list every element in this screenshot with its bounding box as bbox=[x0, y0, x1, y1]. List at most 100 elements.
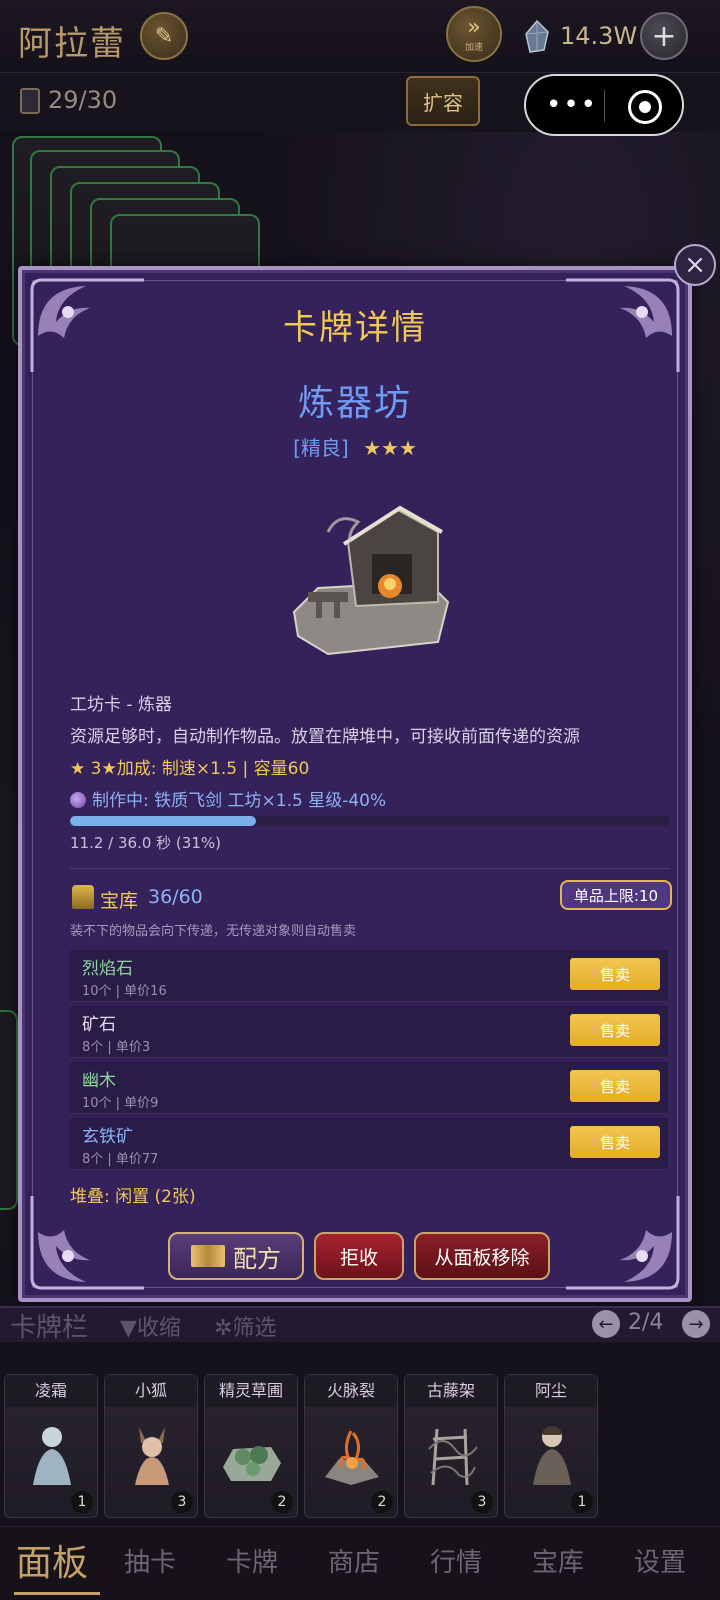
mini-program-capsule: ••• bbox=[524, 74, 684, 136]
star-bonus: ★ 3★加成: 制速×1.5 | 容量60 bbox=[70, 759, 310, 779]
vault-title: 宝库 bbox=[100, 890, 139, 912]
star-rating: ★★★ bbox=[363, 436, 417, 460]
ancient-vine-trellis-icon bbox=[428, 1428, 478, 1486]
hand-card-count: 2 bbox=[371, 1491, 393, 1513]
hand-card-count: 3 bbox=[471, 1491, 493, 1513]
quill-icon: ✎ bbox=[154, 23, 174, 49]
hand-card[interactable]: 凌霜 1 bbox=[4, 1374, 98, 1518]
item-name: 矿石 bbox=[82, 1015, 116, 1035]
page-indicator: 2/4 bbox=[628, 1310, 664, 1335]
card-name: 炼器坊 bbox=[297, 383, 412, 424]
speed-label: 加速 bbox=[464, 43, 483, 53]
sell-button[interactable]: 售卖 bbox=[570, 1070, 660, 1102]
sell-button[interactable]: 售卖 bbox=[570, 1014, 660, 1046]
hand-card-name: 小狐 bbox=[105, 1375, 197, 1407]
hand-card-name: 火脉裂 bbox=[305, 1375, 397, 1407]
nav-board[interactable]: 面板 bbox=[16, 1534, 88, 1586]
hand-card-count: 1 bbox=[571, 1491, 593, 1513]
item-name: 玄铁矿 bbox=[82, 1127, 133, 1147]
city-name: 阿拉蕾 bbox=[18, 24, 126, 64]
nav-vault[interactable]: 宝库 bbox=[532, 1542, 584, 1579]
crafting-icon bbox=[70, 792, 86, 808]
next-page-icon[interactable]: → bbox=[682, 1310, 710, 1338]
crafting-progress-bar bbox=[70, 816, 670, 826]
vault-item-row: 玄铁矿 8个 | 单价77 售卖 bbox=[70, 1118, 668, 1170]
hand-card-name: 精灵草圃 bbox=[205, 1375, 297, 1407]
modal-title: 卡牌详情 bbox=[283, 308, 427, 348]
gem-count: 14.3W bbox=[560, 22, 638, 50]
fox-girl-portrait-icon bbox=[135, 1427, 169, 1485]
close-miniprogram-icon[interactable] bbox=[628, 90, 662, 124]
vault-item-row: 幽木 10个 | 单价9 售卖 bbox=[70, 1062, 668, 1114]
speed-up-button[interactable]: » 加速 bbox=[446, 6, 502, 62]
hand-card-count: 2 bbox=[271, 1491, 293, 1513]
hand-card-count: 1 bbox=[71, 1491, 93, 1513]
crafting-text: 制作中: 铁质飞剑 工坊×1.5 星级-40% bbox=[92, 791, 387, 811]
nav-active-indicator bbox=[14, 1592, 100, 1595]
more-options-icon[interactable]: ••• bbox=[546, 92, 598, 118]
hand-card[interactable]: 精灵草圃 2 bbox=[204, 1374, 298, 1518]
item-meta: 10个 | 单价16 bbox=[82, 984, 167, 999]
reject-button[interactable]: 拒收 bbox=[314, 1232, 404, 1280]
hand-card[interactable]: 小狐 3 bbox=[104, 1374, 198, 1518]
stack-info: 堆叠: 闲置 (2张) bbox=[70, 1187, 196, 1207]
deck-icon bbox=[20, 88, 40, 114]
young-man-portrait-icon bbox=[533, 1426, 571, 1485]
section-divider bbox=[70, 868, 670, 869]
item-limit-badge: 单品上限:10 bbox=[560, 880, 672, 910]
hand-card-name: 阿尘 bbox=[505, 1375, 597, 1407]
card-detail-modal: 卡牌详情 炼器坊 [精良] ★★★ 工坊卡 - 炼器 资源足够时，自动制作物品。… bbox=[18, 266, 692, 1302]
collapse-button[interactable]: ▼收缩 bbox=[120, 1310, 181, 1342]
item-meta: 8个 | 单价3 bbox=[82, 1040, 151, 1055]
vault-item-row: 烈焰石 10个 | 单价16 售卖 bbox=[70, 950, 668, 1002]
recipe-book-icon bbox=[191, 1245, 225, 1267]
capsule-divider bbox=[604, 90, 605, 122]
crafting-progress-fill bbox=[70, 816, 256, 826]
card-bar-title: 卡牌栏 bbox=[10, 1313, 89, 1343]
hand-card[interactable]: 阿尘 1 bbox=[504, 1374, 598, 1518]
crafting-time: 11.2 / 36.0 秒 (31%) bbox=[70, 834, 221, 852]
vault-note: 装不下的物品会向下传递，无传递对象则自动售卖 bbox=[70, 924, 357, 939]
remove-from-board-button[interactable]: 从面板移除 bbox=[414, 1232, 550, 1280]
prev-page-icon[interactable]: ← bbox=[592, 1310, 620, 1338]
hand-card[interactable]: 古藤架 3 bbox=[404, 1374, 498, 1518]
card-quality: [精良] ★★★ bbox=[22, 432, 688, 461]
close-modal-button[interactable]: × bbox=[674, 244, 716, 286]
ornament-corner-icon bbox=[28, 1192, 148, 1292]
close-icon: × bbox=[684, 250, 706, 280]
fast-forward-icon: » bbox=[467, 15, 481, 40]
item-meta: 10个 | 单价9 bbox=[82, 1096, 159, 1111]
sell-button[interactable]: 售卖 bbox=[570, 958, 660, 990]
plus-icon: + bbox=[651, 18, 677, 54]
deck-count: 29/30 bbox=[48, 86, 118, 114]
nav-market[interactable]: 行情 bbox=[430, 1542, 482, 1579]
nav-shop[interactable]: 商店 bbox=[328, 1542, 380, 1579]
hand-card-count: 3 bbox=[171, 1491, 193, 1513]
nav-draw[interactable]: 抽卡 bbox=[124, 1542, 176, 1579]
forge-workshop-illustration bbox=[292, 505, 450, 656]
crafting-status: 制作中: 铁质飞剑 工坊×1.5 星级-40% bbox=[70, 786, 386, 811]
expand-capacity-button[interactable]: 扩容 bbox=[406, 76, 480, 126]
card-type: 工坊卡 - 炼器 bbox=[70, 695, 172, 715]
sell-button[interactable]: 售卖 bbox=[570, 1126, 660, 1158]
herb-garden-icon bbox=[223, 1446, 281, 1481]
ornament-corner-icon bbox=[562, 1192, 682, 1292]
quality-label: [精良] bbox=[293, 436, 349, 460]
board-card-edge[interactable] bbox=[0, 1010, 18, 1210]
recipe-label: 配方 bbox=[233, 1244, 281, 1273]
vault-icon bbox=[72, 885, 94, 909]
item-name: 烈焰石 bbox=[82, 959, 133, 979]
hand-card[interactable]: 火脉裂 2 bbox=[304, 1374, 398, 1518]
recipe-button[interactable]: 配方 bbox=[168, 1232, 304, 1280]
edit-name-button[interactable]: ✎ bbox=[140, 12, 188, 60]
add-gems-button[interactable]: + bbox=[640, 12, 688, 60]
nav-cards[interactable]: 卡牌 bbox=[226, 1542, 278, 1579]
card-description: 资源足够时，自动制作物品。放置在牌堆中，可接收前面传递的资源 bbox=[70, 727, 580, 747]
vault-item-row: 矿石 8个 | 单价3 售卖 bbox=[70, 1006, 668, 1058]
hand-card-name: 凌霜 bbox=[5, 1375, 97, 1407]
filter-button[interactable]: ✲筛选 bbox=[214, 1310, 276, 1342]
hand-card-name: 古藤架 bbox=[405, 1375, 497, 1407]
item-meta: 8个 | 单价77 bbox=[82, 1152, 159, 1167]
nav-settings[interactable]: 设置 bbox=[634, 1542, 686, 1579]
vault-count: 36/60 bbox=[148, 886, 203, 908]
